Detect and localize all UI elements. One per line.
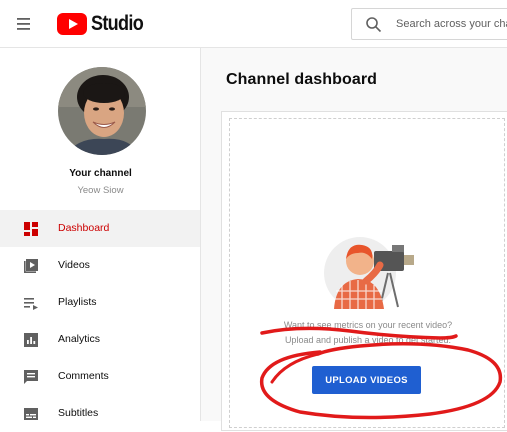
sidebar-item-dashboard[interactable]: Dashboard	[0, 210, 200, 247]
main-content: Channel dashboard Want to see metrics on…	[201, 48, 507, 431]
comments-icon	[24, 370, 38, 384]
camera-operator-illustration	[324, 237, 414, 309]
analytics-icon	[24, 333, 38, 347]
dashboard-icon	[24, 222, 38, 236]
upload-prompt-text: Upload and publish a video to get starte…	[284, 335, 452, 345]
hamburger-menu-icon[interactable]	[16, 14, 36, 34]
playlists-icon	[24, 298, 38, 310]
search-icon	[366, 17, 382, 33]
top-bar: Studio	[0, 0, 507, 48]
sidebar-item-label: Subtitles	[58, 407, 99, 419]
channel-avatar[interactable]	[58, 67, 146, 155]
sidebar: Your channel Yeow Siow Dashboard Videos …	[0, 48, 201, 421]
upload-card: Want to see metrics on your recent video…	[221, 111, 507, 431]
videos-icon	[24, 259, 38, 273]
sidebar-item-label: Analytics	[58, 333, 101, 345]
sidebar-item-label: Playlists	[58, 296, 97, 308]
sidebar-item-subtitles[interactable]: Subtitles	[0, 395, 200, 432]
sidebar-item-comments[interactable]: Comments	[0, 358, 200, 395]
sidebar-item-label: Videos	[58, 259, 90, 271]
sidebar-item-videos[interactable]: Videos	[0, 247, 200, 284]
subtitles-icon	[24, 408, 38, 420]
upload-videos-button[interactable]: UPLOAD VIDEOS	[312, 366, 421, 394]
page-title: Channel dashboard	[226, 71, 378, 88]
sidebar-item-analytics[interactable]: Analytics	[0, 321, 200, 358]
channel-title: Your channel	[69, 168, 132, 179]
channel-name: Yeow Siow	[77, 185, 124, 196]
sidebar-item-label: Dashboard	[58, 222, 110, 234]
search-input[interactable]	[396, 15, 507, 33]
search-box[interactable]	[351, 8, 507, 40]
sidebar-item-playlists[interactable]: Playlists	[0, 284, 200, 321]
sidebar-item-label: Comments	[58, 370, 109, 382]
youtube-logo-icon	[57, 13, 87, 35]
studio-logo[interactable]: Studio	[57, 11, 152, 37]
logo-text: Studio	[91, 12, 144, 35]
metrics-prompt-text: Want to see metrics on your recent video…	[283, 320, 453, 330]
